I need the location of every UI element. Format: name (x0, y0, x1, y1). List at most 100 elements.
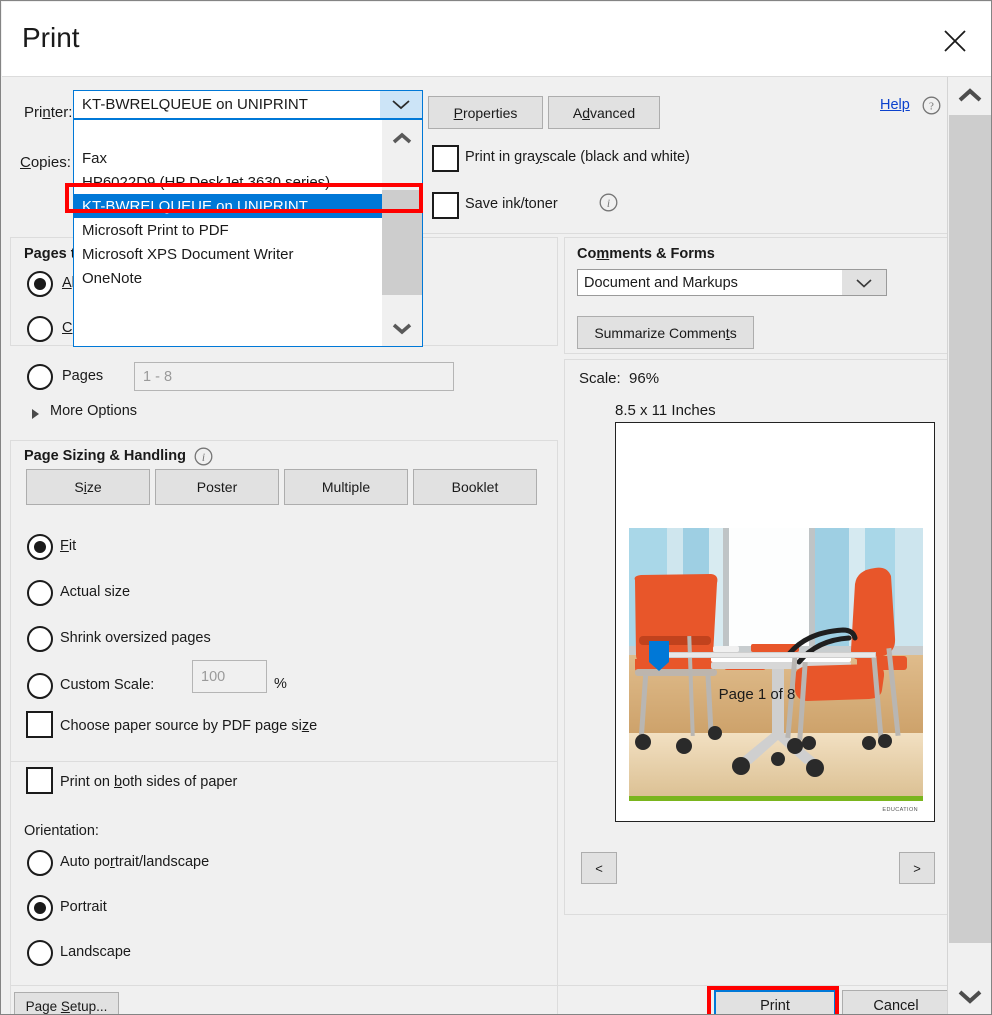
previous-page-button[interactable]: < (581, 852, 617, 884)
radio-current-page[interactable] (27, 316, 53, 342)
page-title: Print (22, 22, 80, 53)
properties-button-label: Properties (453, 104, 518, 121)
radio-fit-label: Fit (60, 538, 77, 554)
preview-photo (629, 528, 923, 796)
radio-actual-size-label: Actual size (60, 584, 131, 600)
printer-option-hp6022d9[interactable]: HP6022D9 (HP DeskJet 3630 series) (74, 170, 382, 194)
radio-custom-scale[interactable] (27, 673, 53, 699)
help-link[interactable]: Help (880, 97, 910, 113)
page-setup-label: Page Setup... (25, 998, 108, 1014)
size-button-label: Size (74, 479, 102, 495)
multiple-button[interactable]: Multiple (284, 469, 408, 505)
printer-select-value: KT-BWRELQUEUE on UNIPRINT (74, 91, 380, 118)
printer-dropdown-scroll-thumb[interactable] (382, 190, 422, 295)
preview-scale-label: Scale: 96% (579, 370, 660, 387)
paper-source-checkbox[interactable] (26, 711, 53, 738)
print-preview-panel: Scale: 96% 8.5 x 11 Inches EDUCATION < > (564, 359, 950, 915)
booklet-button[interactable]: Booklet (413, 469, 537, 505)
next-page-label: > (913, 860, 921, 876)
page-setup-button[interactable]: Page Setup... (14, 992, 119, 1014)
save-ink-checkbox[interactable] (432, 192, 459, 219)
radio-pages-range[interactable] (27, 364, 53, 390)
advanced-button-label: Advanced (572, 104, 636, 121)
page-sizing-title: Page Sizing & Handling (24, 448, 186, 464)
footer-divider (10, 985, 950, 986)
percent-label: % (274, 676, 287, 692)
custom-scale-input[interactable]: 100 (192, 660, 267, 693)
previous-page-label: < (595, 860, 603, 876)
dialog-scroll-track[interactable] (948, 115, 991, 977)
preview-paper-size: 8.5 x 11 Inches (615, 402, 716, 419)
dialog-scroll-thumb[interactable] (949, 115, 991, 943)
page-slider-track[interactable] (668, 652, 876, 658)
radio-landscape[interactable] (27, 940, 53, 966)
radio-actual-size[interactable] (27, 580, 53, 606)
radio-shrink-oversized[interactable] (27, 626, 53, 652)
svg-text:?: ? (929, 101, 934, 113)
cancel-button[interactable]: Cancel (842, 990, 950, 1014)
svg-text:i: i (607, 198, 610, 210)
scroll-down-icon[interactable] (948, 977, 991, 1014)
svg-text:i: i (202, 452, 205, 464)
scroll-down-icon[interactable] (382, 309, 422, 346)
close-icon[interactable] (936, 22, 974, 60)
pages-range-input[interactable]: 1 - 8 (134, 362, 454, 391)
radio-landscape-label: Landscape (60, 944, 131, 960)
printer-label: Printer: (24, 104, 73, 121)
paper-source-label: Choose paper source by PDF page size (60, 718, 318, 734)
options-divider (420, 233, 950, 234)
print-button[interactable]: Print (714, 990, 836, 1014)
preview-caption: EDUCATION (882, 807, 918, 813)
printer-select[interactable]: KT-BWRELQUEUE on UNIPRINT (73, 90, 423, 119)
scroll-up-icon[interactable] (948, 77, 991, 115)
radio-shrink-oversized-label: Shrink oversized pages (60, 630, 211, 646)
printer-option-fax[interactable]: Fax (74, 146, 382, 170)
page-sizing-info-icon[interactable]: i (194, 447, 213, 469)
more-options-caret-icon[interactable] (30, 407, 42, 423)
cancel-button-label: Cancel (873, 998, 919, 1014)
duplex-orientation-panel (10, 761, 558, 1014)
printer-option-microsoft-print-to-pdf[interactable]: Microsoft Print to PDF (74, 218, 382, 242)
preview-page-thumbnail: EDUCATION (615, 422, 935, 822)
radio-custom-scale-label: Custom Scale: (60, 677, 155, 693)
radio-all-pages[interactable] (27, 271, 53, 297)
next-page-button[interactable]: > (899, 852, 935, 884)
chevron-down-icon[interactable] (380, 91, 422, 118)
comments-forms-title: Comments & Forms (577, 246, 715, 262)
save-ink-label: Save ink/toner (465, 196, 558, 212)
printer-dropdown-list[interactable]: Fax HP6022D9 (HP DeskJet 3630 series) KT… (73, 119, 423, 347)
size-button[interactable]: Size (26, 469, 150, 505)
printer-option-onenote[interactable]: OneNote (74, 266, 382, 290)
radio-pages-range-label: Pages (62, 368, 104, 384)
radio-fit[interactable] (27, 534, 53, 560)
summarize-comments-button[interactable]: Summarize Comments (577, 316, 754, 349)
both-sides-checkbox[interactable] (26, 767, 53, 794)
poster-button[interactable]: Poster (155, 469, 279, 505)
help-icon[interactable]: ? (922, 96, 941, 118)
grayscale-checkbox[interactable] (432, 145, 459, 172)
chevron-down-icon[interactable] (842, 270, 886, 295)
properties-button[interactable]: Properties (428, 96, 543, 129)
grayscale-label: Print in grayscale (black and white) (465, 149, 690, 165)
orientation-label: Orientation: (24, 823, 99, 839)
printer-dropdown-scrollbar[interactable] (382, 120, 422, 346)
more-options-label[interactable]: More Options (50, 403, 137, 419)
radio-auto-orientation[interactable] (27, 850, 53, 876)
comments-forms-select[interactable]: Document and Markups (577, 269, 887, 296)
printer-option-kt-bwrelqueue[interactable]: KT-BWRELQUEUE on UNIPRINT (74, 194, 382, 218)
copies-label: Copies: (20, 154, 71, 171)
radio-portrait[interactable] (27, 895, 53, 921)
advanced-button[interactable]: Advanced (548, 96, 660, 129)
radio-auto-orientation-label: Auto portrait/landscape (60, 854, 210, 870)
printer-option-microsoft-xps-document-writer[interactable]: Microsoft XPS Document Writer (74, 242, 382, 266)
radio-portrait-label: Portrait (60, 899, 107, 915)
booklet-button-label: Booklet (451, 479, 499, 495)
summarize-comments-label: Summarize Comments (594, 324, 737, 341)
printer-option-list: Fax HP6022D9 (HP DeskJet 3630 series) KT… (74, 120, 382, 346)
scroll-up-icon[interactable] (382, 120, 422, 157)
comments-forms-value: Document and Markups (578, 270, 842, 295)
dialog-scrollbar[interactable] (947, 77, 991, 1014)
print-button-label: Print (760, 998, 790, 1014)
save-ink-info-icon[interactable]: i (599, 193, 618, 215)
print-dialog: Print Printer: Copies: Properties Advanc… (0, 0, 992, 1015)
